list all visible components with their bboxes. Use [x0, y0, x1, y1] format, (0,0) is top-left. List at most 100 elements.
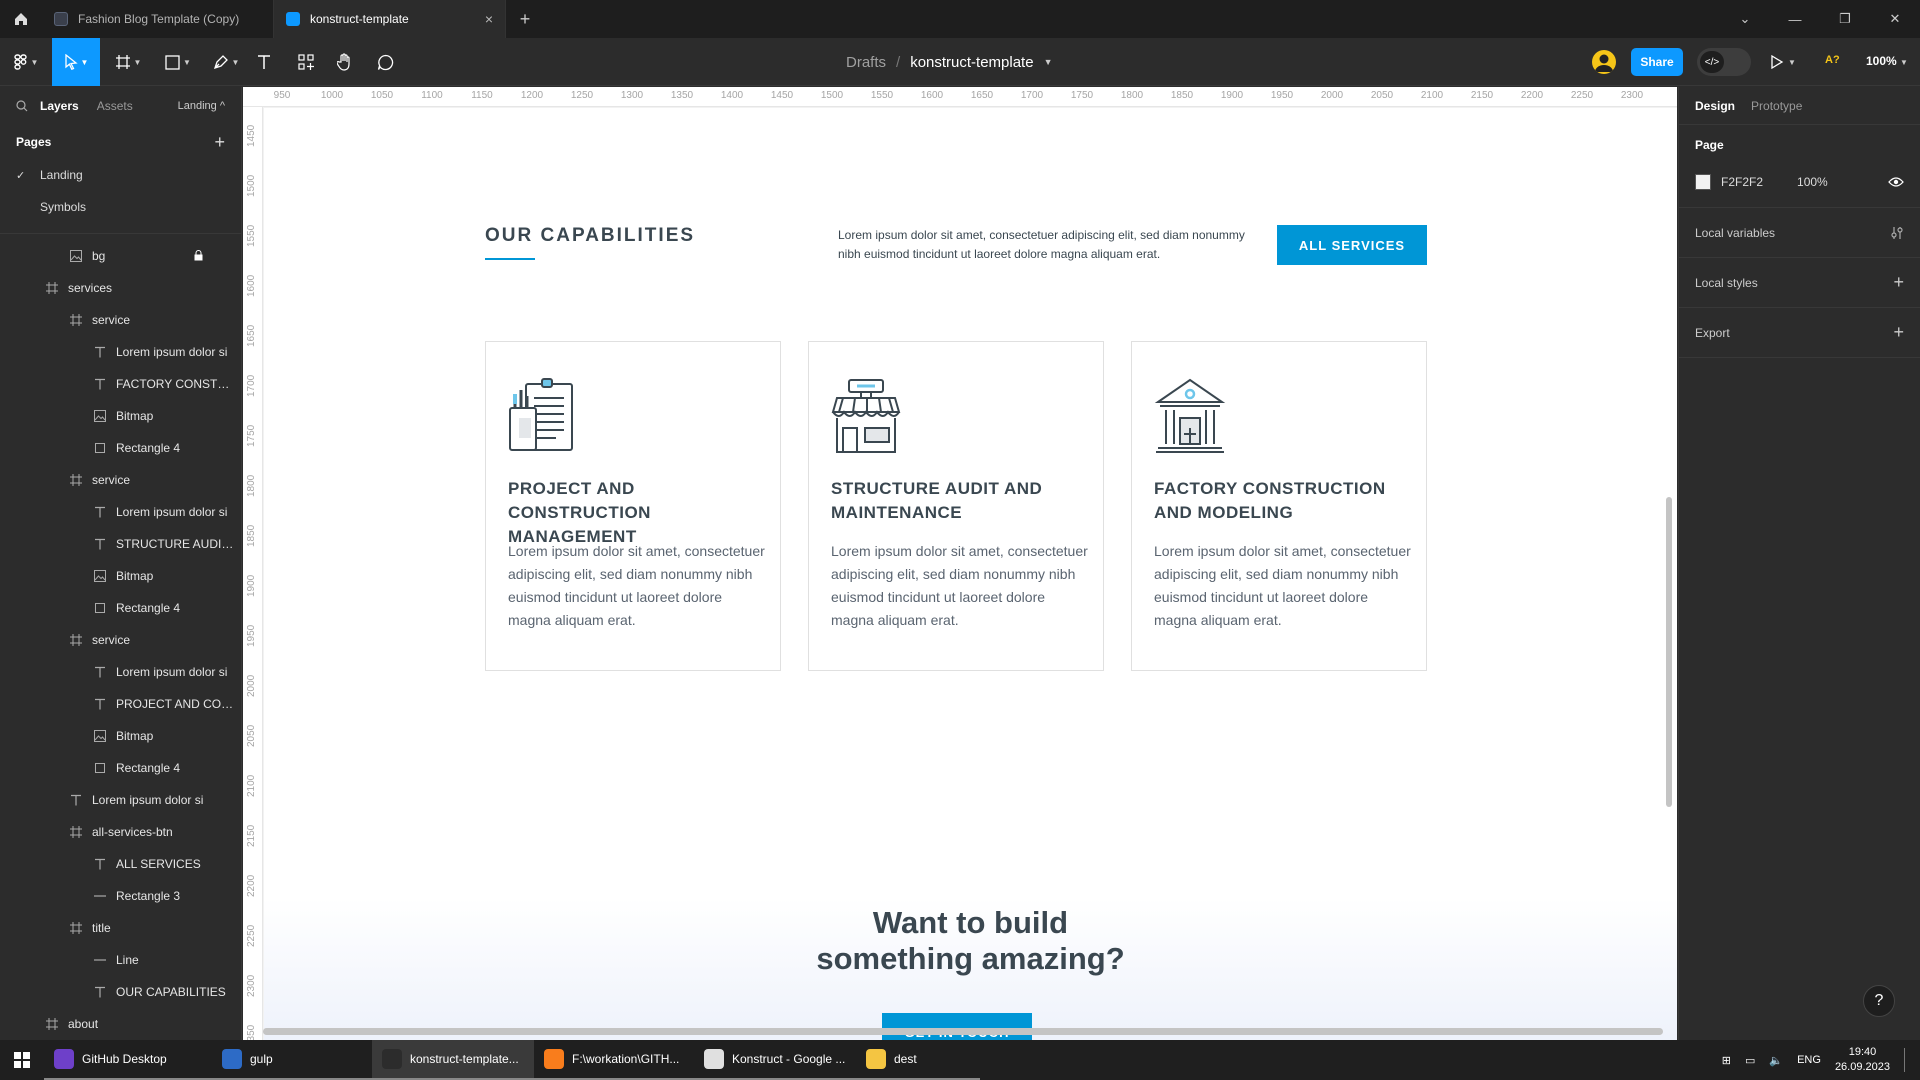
local-variables-section[interactable]: Local variables [1679, 208, 1920, 258]
landing-frame[interactable]: OUR CAPABILITIES Lorem ipsum dolor sit a… [264, 108, 1677, 1040]
layer-item[interactable]: FACTORY CONSTRU... [0, 368, 241, 400]
chevron-down-icon[interactable]: ▼ [1044, 57, 1053, 67]
service-card[interactable]: STRUCTURE AUDIT AND MAINTENANCE Lorem ip… [808, 341, 1104, 671]
eye-icon[interactable] [1888, 176, 1904, 188]
restore-icon[interactable]: ❐ [1820, 0, 1870, 38]
color-swatch[interactable] [1695, 174, 1711, 190]
layer-item[interactable]: Rectangle 4 [0, 752, 241, 784]
layer-item[interactable]: Lorem ipsum dolor si [0, 336, 241, 368]
comment-tool[interactable] [374, 38, 396, 86]
text-tool[interactable] [254, 38, 274, 86]
service-card[interactable]: FACTORY CONSTRUCTION AND MODELING Lorem … [1131, 341, 1427, 671]
layer-item[interactable]: PROJECT AND CON... [0, 688, 241, 720]
close-window-icon[interactable]: ✕ [1870, 0, 1920, 38]
add-page-icon[interactable]: + [214, 132, 225, 153]
section-title[interactable]: OUR CAPABILITIES [485, 225, 695, 247]
tabs-dropdown-icon[interactable]: ⌄ [1720, 0, 1770, 38]
share-button[interactable]: Share [1631, 48, 1683, 76]
file-name[interactable]: konstruct-template [910, 54, 1033, 71]
add-export-icon[interactable]: + [1893, 322, 1904, 343]
pen-tool[interactable]: ▼ [206, 38, 246, 86]
tab-layers[interactable]: Layers [40, 99, 79, 113]
layer-item[interactable]: Bitmap [0, 720, 241, 752]
horizontal-scrollbar[interactable] [263, 1028, 1663, 1035]
breadcrumb-drafts[interactable]: Drafts [846, 54, 886, 71]
local-styles-section[interactable]: Local styles + [1679, 258, 1920, 308]
tab-assets[interactable]: Assets [97, 99, 133, 113]
cta-heading[interactable]: Want to build something amazing? [264, 905, 1677, 977]
taskbar-app[interactable]: gulp [212, 1040, 372, 1080]
variables-settings-icon[interactable] [1890, 226, 1904, 240]
zoom-level[interactable]: 100% [1866, 54, 1897, 68]
section-description[interactable]: Lorem ipsum dolor sit amet, consectetuer… [838, 226, 1248, 264]
layer-item[interactable]: about [0, 1008, 241, 1040]
service-card[interactable]: PROJECT AND CONSTRUCTION MANAGEMENT Lore… [485, 341, 781, 671]
clock[interactable]: 19:40 26.09.2023 [1835, 1045, 1890, 1075]
accessibility-badge[interactable]: A? [1825, 54, 1840, 66]
layer-item[interactable]: services [0, 272, 241, 304]
taskbar-app[interactable]: konstruct-template... [372, 1040, 534, 1080]
page-item-symbols[interactable]: Symbols [0, 191, 241, 223]
tab-fashion-blog[interactable]: Fashion Blog Template (Copy) [42, 0, 274, 38]
display-icon[interactable]: ▭ [1745, 1054, 1755, 1067]
layer-item[interactable]: bg [0, 240, 241, 272]
layer-item[interactable]: all-services-btn [0, 816, 241, 848]
main-menu-button[interactable]: ▼ [8, 38, 44, 86]
page-background-row[interactable]: F2F2F2 100% [1695, 165, 1904, 199]
layer-item[interactable]: Lorem ipsum dolor si [0, 656, 241, 688]
vertical-scrollbar[interactable] [1666, 497, 1672, 807]
help-button[interactable]: ? [1863, 985, 1895, 1017]
layer-item[interactable]: service [0, 304, 241, 336]
present-button[interactable]: ▼ [1770, 38, 1796, 86]
page-color-value[interactable]: F2F2F2 [1721, 175, 1763, 189]
new-tab-button[interactable]: + [506, 0, 544, 38]
lock-icon[interactable] [194, 250, 203, 261]
layer-item[interactable]: Lorem ipsum dolor si [0, 496, 241, 528]
layer-item[interactable]: service [0, 464, 241, 496]
resources-tool[interactable] [296, 38, 316, 86]
tab-konstruct-template[interactable]: konstruct-template × [274, 0, 506, 38]
notifications-icon[interactable] [1904, 1048, 1908, 1072]
frame-tool[interactable]: ▼ [108, 38, 148, 86]
tab-design[interactable]: Design [1695, 99, 1735, 113]
page-opacity-value[interactable]: 100% [1797, 175, 1828, 189]
layer-item[interactable]: Lorem ipsum dolor si [0, 784, 241, 816]
network-icon[interactable]: ⊞ [1722, 1054, 1731, 1067]
layer-item[interactable]: STRUCTURE AUDIT ... [0, 528, 241, 560]
get-in-touch-button[interactable]: GET IN TOUCH [882, 1013, 1032, 1040]
shape-tool[interactable]: ▼ [158, 38, 198, 86]
layer-item[interactable]: OUR CAPABILITIES [0, 976, 241, 1008]
page-item-landing[interactable]: ✓ Landing [0, 159, 241, 191]
layer-item[interactable]: Rectangle 4 [0, 432, 241, 464]
tab-prototype[interactable]: Prototype [1751, 99, 1802, 113]
move-tool[interactable]: ▼ [52, 38, 100, 86]
language-indicator[interactable]: ENG [1797, 1054, 1821, 1066]
close-tab-icon[interactable]: × [485, 11, 493, 27]
chevron-down-icon[interactable]: ▼ [1900, 58, 1908, 67]
volume-icon[interactable]: 🔈 [1769, 1054, 1783, 1067]
layer-item[interactable]: Rectangle 4 [0, 592, 241, 624]
taskbar-app[interactable]: Konstruct - Google ... [694, 1040, 856, 1080]
layer-item[interactable]: Bitmap [0, 560, 241, 592]
dev-mode-toggle[interactable]: </> [1697, 48, 1751, 76]
all-services-button[interactable]: ALL SERVICES [1277, 225, 1427, 265]
title-underline[interactable] [485, 258, 535, 260]
start-button[interactable] [0, 1040, 44, 1080]
minimize-icon[interactable]: — [1770, 0, 1820, 38]
layer-item[interactable]: title [0, 912, 241, 944]
canvas[interactable]: 950 1000 1050 1100 1150 1200 1250 1300 1350 1400 1… [243, 87, 1677, 1040]
layer-item[interactable]: service [0, 624, 241, 656]
page-selector[interactable]: Landing ^ [178, 100, 225, 112]
taskbar-app[interactable]: dest [856, 1040, 980, 1080]
home-button[interactable] [0, 0, 42, 38]
layer-item[interactable]: Line [0, 944, 241, 976]
layer-item[interactable]: Bitmap [0, 400, 241, 432]
taskbar-app[interactable]: GitHub Desktop [44, 1040, 212, 1080]
avatar[interactable] [1592, 50, 1616, 74]
add-style-icon[interactable]: + [1893, 272, 1904, 293]
export-section[interactable]: Export + [1679, 308, 1920, 358]
layer-item[interactable]: Rectangle 3 [0, 880, 241, 912]
taskbar-app[interactable]: F:\workation\GITH... [534, 1040, 694, 1080]
hand-tool[interactable] [334, 38, 356, 86]
layer-item[interactable]: ALL SERVICES [0, 848, 241, 880]
